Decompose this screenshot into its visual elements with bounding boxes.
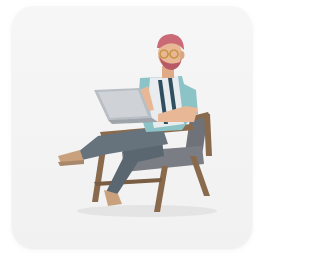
illustration-card: [12, 6, 252, 248]
person-with-laptop-icon: [58, 34, 217, 217]
